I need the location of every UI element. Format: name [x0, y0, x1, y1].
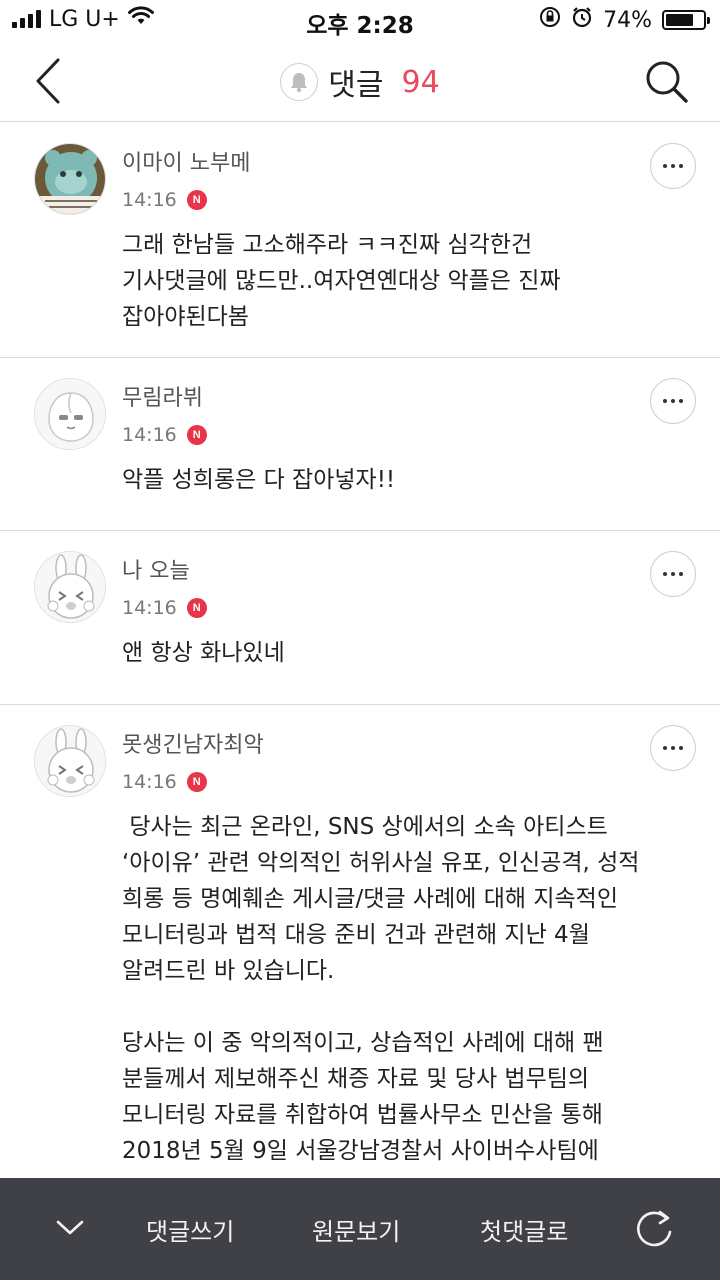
- battery-percent: 74%: [603, 7, 652, 33]
- comment-author[interactable]: 이마이 노부메: [122, 149, 690, 179]
- comment-list: 이마이 노부메 14:16 N 그래 한남들 고소해주라 ㅋㅋ진짜 심각한건 기…: [0, 123, 720, 1169]
- comment-author[interactable]: 못생긴남자최악: [122, 731, 690, 761]
- header: 댓글 94: [0, 40, 720, 122]
- more-options-button[interactable]: [650, 378, 696, 424]
- first-comment-button[interactable]: 첫댓글로: [480, 1212, 568, 1247]
- write-comment-button[interactable]: 댓글쓰기: [146, 1212, 234, 1247]
- comment-item: 무림라뷔 14:16 N 악플 성희롱은 다 잡아넣자!!: [0, 358, 720, 531]
- comment-text: 악플 성희롱은 다 잡아넣자!!: [122, 467, 396, 493]
- alarm-icon: [571, 6, 593, 34]
- new-badge: N: [186, 425, 207, 445]
- comment-text: 당사는 최근 온라인, SNS 상에서의 소속 아티스트 ‘아이유’ 관련 악의…: [122, 814, 640, 1164]
- notification-bell-button[interactable]: [280, 63, 319, 101]
- avatar[interactable]: [34, 378, 106, 450]
- status-bar: LG U+ 오후 2:28 74%: [0, 0, 720, 40]
- comment-author[interactable]: 무림라뷔: [122, 384, 690, 414]
- chevron-down-icon: [56, 1220, 84, 1235]
- more-options-button[interactable]: [650, 143, 696, 189]
- comment-count: 94: [401, 64, 440, 100]
- new-badge: N: [186, 772, 207, 792]
- collapse-button[interactable]: [50, 1206, 90, 1250]
- new-badge: N: [186, 190, 207, 210]
- more-options-button[interactable]: [650, 725, 696, 771]
- bell-icon: [291, 73, 308, 93]
- peach-character-icon: [35, 379, 105, 449]
- comment-text: 그래 한남들 고소해주라 ㅋㅋ진짜 심각한건 기사댓글에 많드만..여자연옌대상…: [122, 232, 561, 330]
- bottom-toolbar: 댓글쓰기 원문보기 첫댓글로: [0, 1178, 720, 1280]
- comment-item: 못생긴남자최악 14:16 N 당사는 최근 온라인, SNS 상에서의 소속 …: [0, 705, 720, 1169]
- view-original-button[interactable]: 원문보기: [312, 1212, 400, 1247]
- comment-item: 이마이 노부메 14:16 N 그래 한남들 고소해주라 ㅋㅋ진짜 심각한건 기…: [0, 123, 720, 358]
- more-options-button[interactable]: [650, 551, 696, 597]
- rotation-lock-icon: [539, 6, 561, 34]
- avatar[interactable]: [34, 143, 106, 215]
- comment-time: 14:16: [122, 189, 177, 211]
- refresh-icon: [637, 1210, 672, 1247]
- refresh-button[interactable]: [630, 1206, 678, 1254]
- avatar[interactable]: [34, 551, 106, 623]
- page-title: 댓글: [328, 68, 384, 103]
- comment-time: 14:16: [122, 771, 177, 793]
- rabbit-character-icon: [35, 552, 105, 622]
- comment-author[interactable]: 나 오늘: [122, 557, 690, 587]
- rabbit-character-icon: [35, 726, 105, 796]
- new-badge: N: [186, 598, 207, 618]
- search-button[interactable]: [642, 54, 692, 108]
- comment-time: 14:16: [122, 597, 177, 619]
- search-icon: [646, 61, 688, 103]
- comment-time: 14:16: [122, 424, 177, 446]
- comment-item: 나 오늘 14:16 N 앤 항상 화나있네: [0, 531, 720, 705]
- avatar[interactable]: [34, 725, 106, 797]
- battery-icon: [662, 10, 710, 30]
- comment-text: 앤 항상 화나있네: [122, 640, 285, 666]
